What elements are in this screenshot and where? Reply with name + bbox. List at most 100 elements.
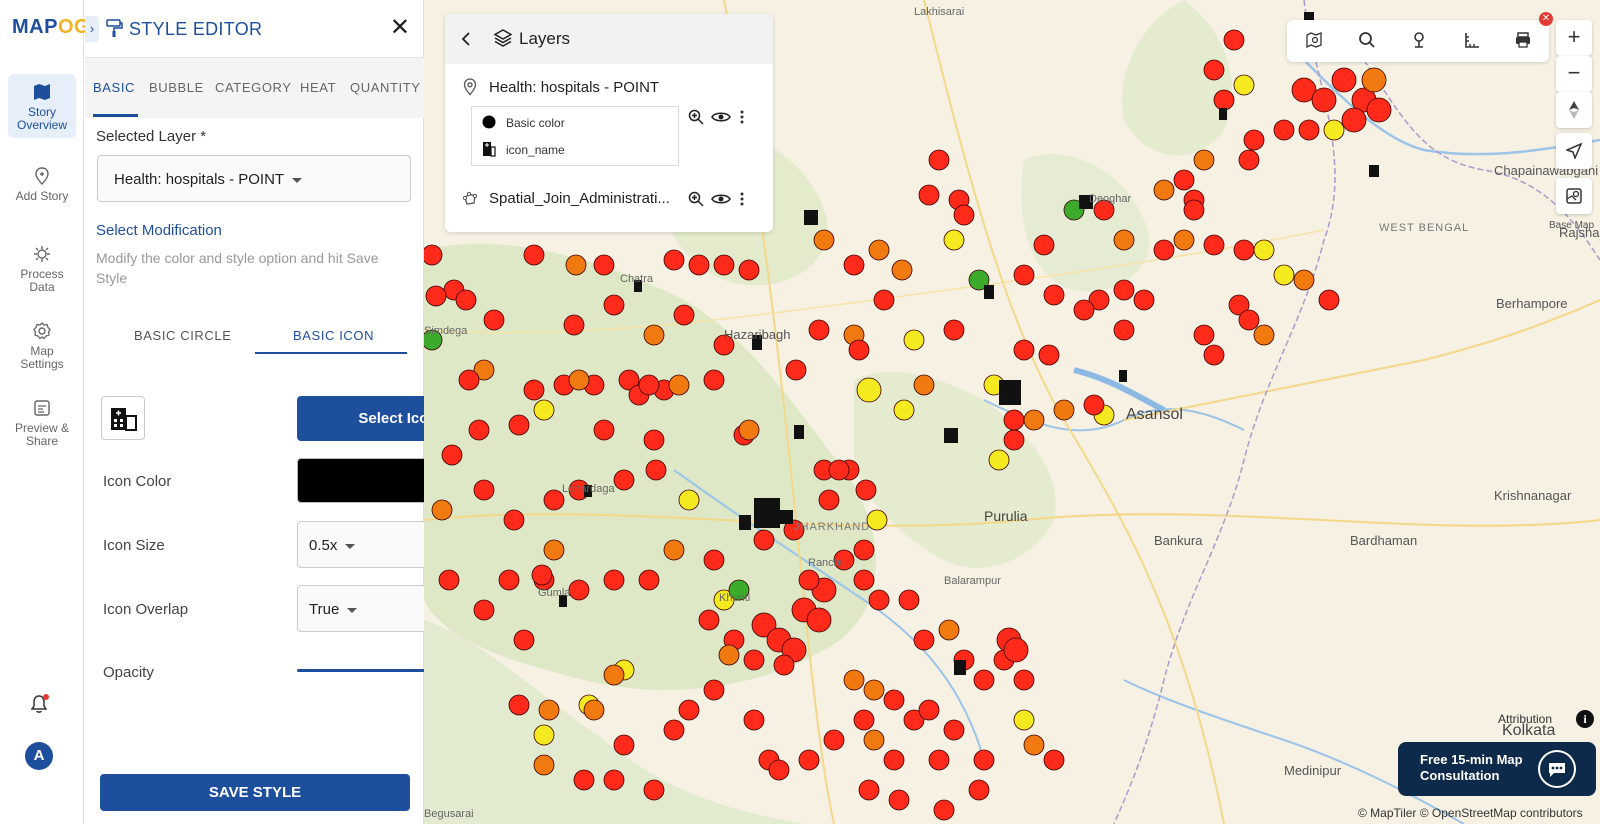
zoom-in-button[interactable]: +: [1556, 20, 1592, 56]
base-map-button[interactable]: [1556, 178, 1592, 214]
filled-circle-icon: [482, 115, 496, 129]
map-search-icon[interactable]: [1305, 31, 1323, 49]
chat-icon: [1540, 752, 1574, 786]
subtab-basic-icon[interactable]: BASIC ICON: [293, 328, 374, 343]
panel-title: STYLE EDITOR: [129, 19, 263, 39]
active-tab-indicator: [93, 114, 138, 117]
notifications-button[interactable]: [30, 694, 49, 719]
navigation-arrow-icon: [1564, 142, 1583, 161]
map-label-krishnanagar: Krishnanagar: [1494, 488, 1572, 503]
map-label-purulia: Purulia: [984, 508, 1028, 524]
icon-overlap-label: Icon Overlap: [103, 601, 189, 618]
notification-dot: [43, 694, 49, 700]
map-icon: [34, 84, 50, 100]
nav-rail: MAPOG Story Overview Add Story Process D…: [0, 0, 90, 824]
map-label-begusarai: Begusarai: [424, 808, 474, 820]
map-label-asansol: Asansol: [1126, 406, 1183, 423]
subtab-basic-circle[interactable]: BASIC CIRCLE: [134, 328, 232, 343]
toolbar-close-button[interactable]: ✕: [1539, 12, 1553, 26]
selected-layer-value: Health: hospitals - POINT: [114, 171, 303, 188]
collapse-panel-button[interactable]: ›: [85, 16, 99, 42]
nav-label: Preview & Share: [14, 421, 70, 448]
caret-down-icon: [345, 543, 356, 549]
map-label-khunti: Khunti: [719, 592, 751, 604]
compass-icon: [1569, 101, 1579, 119]
map-label-hazaribagh: Hazaribagh: [724, 327, 791, 342]
locate-button[interactable]: [1556, 133, 1592, 169]
map-label-deoghar: Deoghar: [1089, 193, 1132, 205]
hospital-building-icon: [111, 408, 137, 431]
map-label-berhampore: Berhampore: [1496, 296, 1568, 311]
more-vertical-icon[interactable]: [740, 110, 744, 124]
measure-icon[interactable]: [1463, 31, 1481, 49]
tab-category[interactable]: CATEGORY: [215, 80, 292, 95]
tab-basic[interactable]: BASIC: [93, 80, 135, 95]
preview-share-icon: [34, 400, 50, 416]
zoom-to-layer-icon[interactable]: [688, 191, 704, 207]
style-editor-panel: › STYLE EDITOR ✕ BASIC BUBBLE CATEGORY H…: [85, 0, 506, 824]
info-icon[interactable]: i: [1576, 710, 1594, 728]
nav-item-map-settings[interactable]: Map Settings: [8, 313, 76, 377]
icon-color-label: Icon Color: [103, 473, 172, 490]
nav-item-process-data[interactable]: Process Data: [8, 236, 76, 300]
chevron-left-icon[interactable]: [461, 31, 471, 47]
caret-down-icon: [292, 177, 303, 183]
nav-item-preview-share[interactable]: Preview & Share: [8, 390, 76, 454]
map-label-lohardaga: Lohardaga: [562, 483, 615, 495]
layers-title: Layers: [519, 29, 571, 48]
style-subtabs: BASIC CIRCLE BASIC ICON: [85, 306, 424, 356]
selected-layer-label: Selected Layer *: [96, 128, 207, 145]
layers-panel-header: Layers: [445, 14, 773, 64]
nav-item-add-story[interactable]: Add Story: [8, 158, 76, 209]
app-root: MAPOG Story Overview Add Story Process D…: [0, 0, 1600, 824]
gear-sun-icon: [34, 246, 50, 262]
map-label-west-bengal: WEST BENGAL: [1379, 222, 1470, 234]
legend-label-icon-name: icon_name: [506, 143, 565, 157]
location-pin-icon: [463, 78, 477, 96]
legend-label-basic-color: Basic color: [506, 116, 565, 130]
eye-icon[interactable]: [711, 111, 731, 123]
map-label-gumla: Gumla: [538, 587, 571, 599]
nav-item-story-overview[interactable]: Story Overview: [8, 74, 76, 138]
base-map-label: Base Map: [1549, 220, 1595, 231]
icon-size-label: Icon Size: [103, 537, 165, 554]
section-description: Modify the color and style option and hi…: [96, 250, 379, 286]
print-icon[interactable]: [1514, 31, 1532, 49]
search-icon[interactable]: [1358, 31, 1376, 49]
more-vertical-icon[interactable]: [740, 192, 744, 206]
style-editor-header: › STYLE EDITOR ✕: [85, 0, 424, 58]
tab-heat[interactable]: HEAT: [300, 80, 336, 95]
eye-icon[interactable]: [711, 193, 731, 205]
style-tabs: BASIC BUBBLE CATEGORY HEAT QUANTITY: [85, 58, 424, 118]
polygon-icon: [462, 191, 478, 205]
avatar[interactable]: A: [25, 742, 53, 770]
zoom-out-button[interactable]: −: [1556, 56, 1592, 92]
close-icon[interactable]: ✕: [390, 16, 410, 40]
location-pin-icon: [35, 167, 49, 185]
marker-icon[interactable]: [1410, 31, 1428, 49]
hospital-building-icon: [483, 142, 496, 157]
attribution-label: Attribution: [1498, 712, 1553, 726]
consultation-text: Free 15-min Map Consultation: [1420, 752, 1523, 783]
chat-button[interactable]: [1538, 750, 1576, 788]
nav-label: Process Data: [20, 267, 64, 294]
map-copyright: © MapTiler © OpenStreetMap contributors: [1358, 806, 1583, 820]
opacity-label: Opacity: [103, 664, 154, 681]
compass-button[interactable]: [1556, 92, 1592, 128]
zoom-to-layer-icon[interactable]: [688, 109, 704, 125]
section-title: Select Modification: [96, 222, 222, 239]
layer-name-spatial-join[interactable]: Spatial_Join_Administrati...: [489, 190, 670, 207]
consultation-banner[interactable]: Free 15-min Map Consultation: [1398, 742, 1596, 796]
mapog-logo[interactable]: MAPOG: [12, 16, 90, 39]
tab-quantity[interactable]: QUANTITY: [350, 80, 421, 95]
map-label-jharkhand: JHARKHAND: [794, 521, 871, 533]
map-label-chatra: Chatra: [620, 273, 654, 285]
tab-bubble[interactable]: BUBBLE: [149, 80, 204, 95]
layer-name-hospitals[interactable]: Health: hospitals - POINT: [489, 79, 659, 96]
active-subtab-indicator: [255, 352, 407, 354]
selected-layer-select[interactable]: Health: hospitals - POINT: [97, 155, 411, 202]
save-style-button[interactable]: SAVE STYLE: [100, 774, 410, 811]
map-label-ranchi: Ranchi: [808, 557, 843, 569]
nav-label: Map Settings: [20, 344, 64, 371]
paint-roller-icon: [106, 19, 123, 37]
